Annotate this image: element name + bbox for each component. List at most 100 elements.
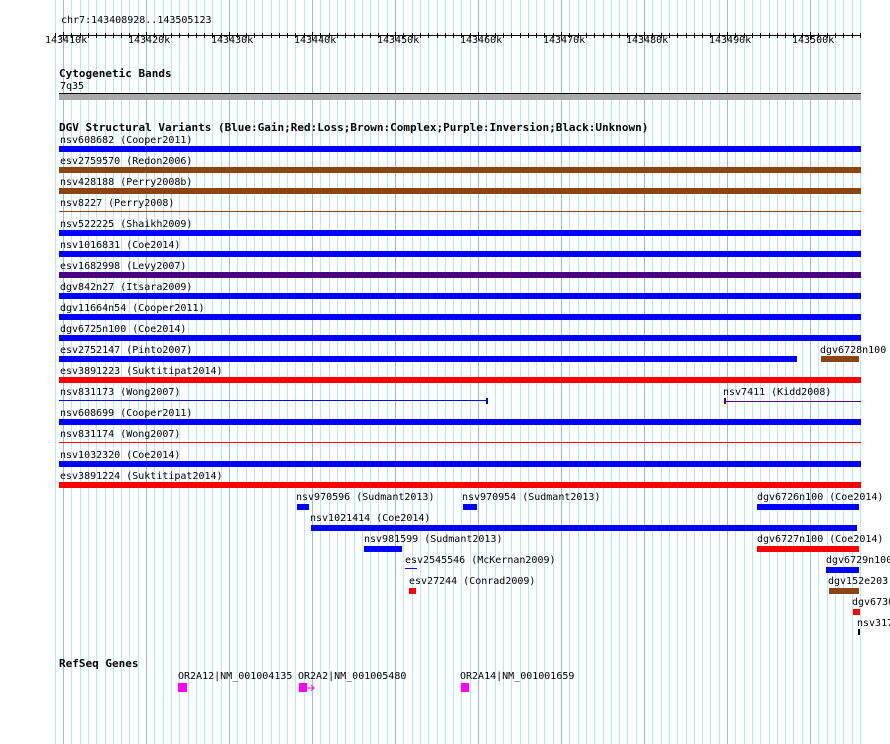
variant-bar-gain[interactable] xyxy=(59,293,861,299)
grid-line xyxy=(760,0,761,744)
variant-label: nsv7411 (Kidd2008) xyxy=(723,387,832,398)
refseq-track-title: RefSeq Genes xyxy=(59,657,139,670)
grid-line xyxy=(827,0,828,744)
variant-label: nsv522225 (Shaikh2009) xyxy=(60,219,193,230)
grid-line xyxy=(644,0,645,744)
variant-bar-loss[interactable] xyxy=(59,377,861,383)
variant-label: nsv831173 (Wong2007) xyxy=(60,387,181,398)
ruler-tick-label: 143470k xyxy=(543,35,586,46)
variant-bar-gain[interactable] xyxy=(311,525,857,531)
variant-bar-complex[interactable] xyxy=(59,211,861,212)
variant-bar-loss[interactable] xyxy=(757,546,859,552)
ruler-tick xyxy=(777,33,778,38)
grid-line xyxy=(594,0,595,744)
variant-label: nsv1021414 (Coe2014) xyxy=(310,513,431,524)
variant-bar-gain[interactable] xyxy=(59,335,861,341)
variant-bar-gain[interactable] xyxy=(59,230,861,236)
variant-label: nsv1016831 (Coe2014) xyxy=(60,240,181,251)
ruler-tick xyxy=(271,33,272,38)
ruler-tick xyxy=(611,33,612,38)
variant-bar-gain[interactable] xyxy=(59,461,861,467)
variant-bar-gain[interactable] xyxy=(59,314,861,320)
variant-bar-gain[interactable] xyxy=(59,400,487,401)
grid-line xyxy=(55,0,56,744)
grid-line xyxy=(262,0,263,744)
grid-line xyxy=(818,0,819,744)
variant-label: nsv970954 (Sudmant2013) xyxy=(462,492,601,503)
ruler-tick xyxy=(445,33,446,38)
variant-bar-gain[interactable] xyxy=(826,567,859,573)
ruler-tick xyxy=(179,33,180,38)
variant-bar-gain[interactable] xyxy=(59,356,797,362)
variant-bar-gain[interactable] xyxy=(297,504,309,510)
variant-bar-complex[interactable] xyxy=(829,588,859,594)
variant-bar-gain[interactable] xyxy=(463,504,477,510)
grid-line xyxy=(378,0,379,744)
ruler-tick xyxy=(603,33,604,38)
grid-line xyxy=(495,0,496,744)
ruler-tick xyxy=(88,33,89,38)
gene-exon[interactable] xyxy=(461,683,469,692)
grid-line xyxy=(437,0,438,744)
variant-bar-complex[interactable] xyxy=(821,356,859,362)
variant-bar-gain[interactable] xyxy=(59,251,861,257)
location-label: chr7:143408928..143505123 xyxy=(61,15,212,26)
ruler-tick xyxy=(370,33,371,38)
grid-line xyxy=(603,0,604,744)
variant-line-gain[interactable] xyxy=(405,568,417,569)
ruler-tick-label: 143500k xyxy=(792,35,835,46)
ruler-tick xyxy=(337,33,338,38)
gene-exon[interactable] xyxy=(178,683,187,692)
ruler-tick xyxy=(262,33,263,38)
grid-line xyxy=(710,0,711,744)
grid-line xyxy=(295,0,296,744)
ruler-tick xyxy=(279,33,280,38)
variant-label: dgv6729n100 xyxy=(826,555,890,566)
variant-bar-loss[interactable] xyxy=(409,588,416,594)
grid-line xyxy=(744,0,745,744)
cytoband-bar[interactable] xyxy=(59,93,861,100)
ruler-tick xyxy=(204,33,205,38)
variant-bar-loss[interactable] xyxy=(853,609,860,615)
variant-label: esv2545546 (McKernan2009) xyxy=(405,555,556,566)
ruler-tick-label: 143450k xyxy=(377,35,420,46)
variant-bar-gain[interactable] xyxy=(757,504,859,510)
variant-bar-loss[interactable] xyxy=(59,442,861,443)
variant-bar-loss[interactable] xyxy=(59,482,861,488)
variant-label: nsv608699 (Cooper2011) xyxy=(60,408,193,419)
variant-bar-complex[interactable] xyxy=(59,188,861,194)
variant-line-inversion[interactable] xyxy=(724,401,861,402)
grid-line xyxy=(486,0,487,744)
ruler-tick xyxy=(453,33,454,38)
variant-label: nsv428188 (Perry2008b) xyxy=(60,177,193,188)
variant-label: dgv6727n100 (Coe2014) xyxy=(757,534,884,545)
variant-label: dgv6726n100 (Coe2014) xyxy=(757,492,884,503)
variant-label: esv3891224 (Suktitipat2014) xyxy=(60,471,223,482)
grid-line xyxy=(793,0,794,744)
variant-bar-inversion[interactable] xyxy=(59,272,861,278)
grid-line xyxy=(445,0,446,744)
ruler-tick xyxy=(96,33,97,38)
ruler-tick xyxy=(196,33,197,38)
grid-line xyxy=(395,0,396,744)
grid-line xyxy=(271,0,272,744)
ruler-tick-label: 143490k xyxy=(709,35,752,46)
grid-line xyxy=(237,0,238,744)
variant-bar-gain[interactable] xyxy=(59,419,861,425)
ruler-tick xyxy=(420,33,421,38)
variant-bar-gain[interactable] xyxy=(59,146,861,152)
ruler-tick xyxy=(594,33,595,38)
variant-bar-complex[interactable] xyxy=(59,167,861,173)
ruler-tick xyxy=(760,33,761,38)
grid-line xyxy=(536,0,537,744)
ruler-tick xyxy=(520,33,521,38)
grid-line xyxy=(785,0,786,744)
variant-label: dgv6730 xyxy=(852,597,890,608)
ruler-tick-label: 143420k xyxy=(128,35,171,46)
ruler-tick xyxy=(105,33,106,38)
gene-label: OR2A14|NM_001001659 xyxy=(460,671,575,682)
variant-bar-gain[interactable] xyxy=(364,546,402,552)
ruler-tick xyxy=(354,33,355,38)
grid-line xyxy=(777,0,778,744)
variant-bar-unknown[interactable] xyxy=(858,629,860,635)
